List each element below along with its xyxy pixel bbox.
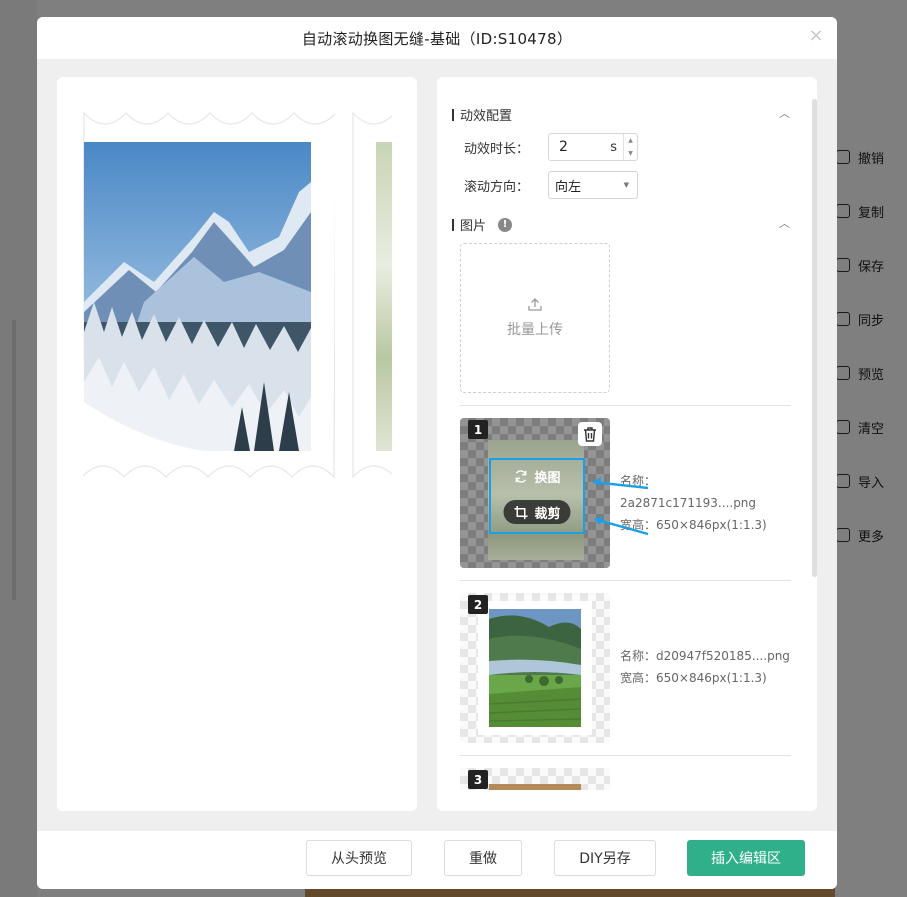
thumbnail-image [489,784,581,790]
image-hover-actions: 换图 裁剪 [489,458,585,534]
insert-editor-button[interactable]: 插入编辑区 [687,840,805,876]
info-icon[interactable]: ! [498,217,513,232]
delete-button[interactable] [578,422,602,446]
duration-label: 动效时长： [464,141,530,157]
image-item-2[interactable]: 2 名称：d20947f520185....png 宽高：650×846px(1… [460,593,790,743]
dialog: 自动滚动换图无缝-基础（ID:S10478） × 动效配置 ︿ 动效时长： 2 … [37,17,837,889]
direction-value: 向左 [555,179,582,195]
chevron-down-icon: ▼ [623,181,629,189]
divider [460,580,791,581]
preview-stamp-2 [352,103,392,487]
duration-value: 2 [559,139,568,155]
image-item-1[interactable]: 1 换图 裁剪 名称：2a2871c171193....png 宽高：650×8… [460,418,790,568]
section-marker [452,108,454,121]
images-section-header[interactable]: 图片 ! [452,215,513,234]
close-icon[interactable]: × [807,27,825,45]
duration-row: 动效时长： 2 s ▲ ▼ [464,133,638,161]
section-title: 图片 [460,219,487,234]
crop-label: 裁剪 [534,506,561,522]
river-landscape-image [489,609,581,727]
duration-stepper: ▲ ▼ [623,134,637,160]
stepper-down-icon[interactable]: ▼ [624,147,637,160]
crop-button[interactable]: 裁剪 [503,500,571,524]
diy-save-as-button[interactable]: DIY另存 [554,840,656,876]
refresh-icon [515,469,527,483]
preview-photo-snow-mountain [84,142,311,451]
settings-panel: 动效配置 ︿ 动效时长： 2 s ▲ ▼ 滚动方向： 向左 ▼ 图片 ! ︿ 批… [437,77,817,811]
replace-label: 换图 [534,470,561,486]
replace-image-button[interactable]: 换图 [503,464,570,488]
dialog-footer: 从头预览 重做 DIY另存 插入编辑区 [37,831,837,889]
batch-upload-button[interactable]: 批量上传 [460,243,610,393]
image-thumbnail[interactable] [460,593,610,743]
divider [460,755,791,756]
section-marker [452,218,454,231]
direction-label: 滚动方向： [464,179,530,195]
section-title: 动效配置 [460,109,513,124]
preview-panel [57,77,417,811]
redo-button[interactable]: 重做 [444,840,522,876]
preview-stamp-1 [83,103,335,487]
direction-row: 滚动方向： 向左 ▼ [464,171,638,199]
annotation-arrows [592,477,649,536]
image-meta: 名称：d20947f520185....png 宽高：650×846px(1:1… [620,645,790,689]
image-name: 名称：d20947f520185....png [620,649,790,663]
crop-icon [514,505,528,519]
upload-label: 批量上传 [507,322,563,338]
divider [460,405,791,406]
image-index-badge: 2 [468,595,488,614]
preview-photo-flower [376,142,392,451]
settings-scrollbar[interactable] [812,99,817,577]
snow-mountain-image [84,142,311,451]
image-size: 宽高：650×846px(1:1.3) [620,671,767,685]
dialog-title: 自动滚动换图无缝-基础（ID:S10478） [301,29,573,48]
animation-section-header[interactable]: 动效配置 [452,105,512,124]
upload-icon [528,298,542,311]
chevron-up-icon[interactable]: ︿ [779,218,790,229]
duration-unit: s [610,139,617,155]
image-index-badge: 3 [468,770,488,789]
dialog-header: 自动滚动换图无缝-基础（ID:S10478） × [37,17,837,59]
stepper-up-icon[interactable]: ▲ [624,134,637,147]
image-item-3[interactable]: 3 [460,768,790,790]
direction-select[interactable]: 向左 ▼ [548,171,638,199]
chevron-up-icon[interactable]: ︿ [779,108,790,119]
preview-from-start-button[interactable]: 从头预览 [306,840,412,876]
duration-input[interactable]: 2 s ▲ ▼ [548,133,638,161]
trash-icon [584,426,596,442]
image-index-badge: 1 [468,420,488,439]
